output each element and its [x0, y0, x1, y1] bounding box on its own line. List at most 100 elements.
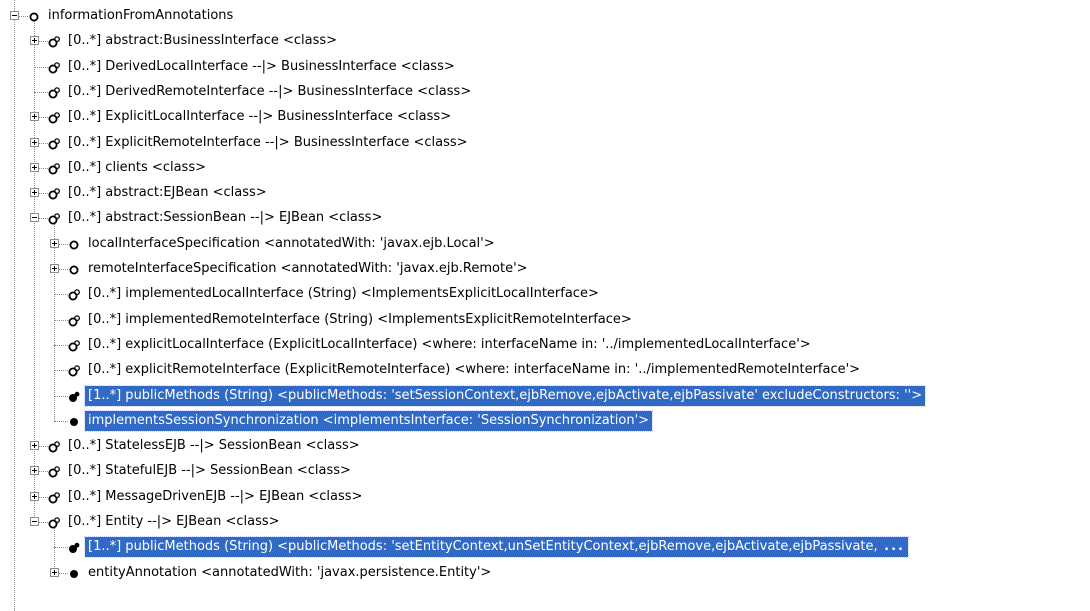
- tree-branch-line: [34, 91, 48, 93]
- tree-node-label[interactable]: informationFromAnnotations: [45, 6, 236, 26]
- tree-row[interactable]: [0..*] ExplicitRemoteInterface --|> Busi…: [0, 133, 1090, 153]
- tree-node-label[interactable]: implementsSessionSynchronization <implem…: [83, 409, 654, 432]
- circle-node-icon: [68, 263, 80, 275]
- collapse-icon[interactable]: [30, 517, 39, 526]
- tree-row[interactable]: implementsSessionSynchronization <implem…: [0, 409, 1090, 432]
- tree-node-text: [0..*] abstract:BusinessInterface <class…: [68, 33, 338, 49]
- tree-node-label[interactable]: [0..*] MessageDrivenEJB --|> EJBean <cla…: [65, 487, 365, 507]
- tree-node-label[interactable]: remoteInterfaceSpecification <annotatedW…: [85, 259, 531, 279]
- tree-row[interactable]: [1..*] publicMethods (String) <publicMet…: [0, 384, 1090, 407]
- tree-node-label[interactable]: [0..*] explicitLocalInterface (ExplicitL…: [85, 335, 814, 355]
- circle-node-icon: [68, 238, 80, 250]
- tree-node-text: [0..*] abstract:EJBean <class>: [68, 185, 267, 201]
- tree-row[interactable]: [0..*] StatelessEJB --|> SessionBean <cl…: [0, 436, 1090, 456]
- expand-icon[interactable]: [30, 441, 39, 451]
- tree-row[interactable]: [0..*] abstract:BusinessInterface <class…: [0, 31, 1090, 51]
- tree-row[interactable]: [0..*] ExplicitLocalInterface --|> Busin…: [0, 107, 1090, 127]
- tree-row[interactable]: [0..*] Entity --|> EJBean <class>: [0, 512, 1090, 532]
- truncation-ellipsis: ...: [877, 539, 905, 555]
- tree-node-label[interactable]: [0..*] ExplicitRemoteInterface --|> Busi…: [65, 133, 471, 153]
- tree-row[interactable]: [0..*] MessageDrivenEJB --|> EJBean <cla…: [0, 487, 1090, 507]
- tree-node-text: [0..*] StatelessEJB --|> SessionBean <cl…: [68, 438, 360, 454]
- tree-branch-line: [54, 370, 68, 372]
- multi-node-icon: [48, 111, 60, 124]
- multi-node-icon: [48, 516, 60, 529]
- tree-node-label[interactable]: [1..*] publicMethods (String) <publicMet…: [83, 384, 927, 407]
- tree-node-label[interactable]: [1..*] publicMethods (String) <publicMet…: [84, 536, 909, 559]
- tree-row[interactable]: informationFromAnnotations: [0, 6, 1090, 26]
- tree-node-label[interactable]: [0..*] DerivedLocalInterface --|> Busine…: [65, 57, 458, 77]
- tree-row[interactable]: localInterfaceSpecification <annotatedWi…: [0, 234, 1090, 254]
- annotation-tree: informationFromAnnotations [0..*] abstrac…: [0, 0, 1090, 611]
- tree-row[interactable]: [0..*] abstract:EJBean <class>: [0, 183, 1090, 203]
- tree-row[interactable]: [0..*] implementedRemoteInterface (Strin…: [0, 310, 1090, 330]
- tree-node-text: [0..*] ExplicitLocalInterface --|> Busin…: [68, 109, 452, 125]
- tree-row[interactable]: [0..*] abstract:SessionBean --|> EJBean …: [0, 208, 1090, 228]
- expand-icon[interactable]: [30, 162, 39, 172]
- tree-node-label[interactable]: [0..*] DerivedRemoteInterface --|> Busin…: [65, 82, 474, 102]
- tree-node-text: [0..*] abstract:SessionBean --|> EJBean …: [68, 210, 383, 226]
- tree-node-label[interactable]: localInterfaceSpecification <annotatedWi…: [85, 234, 498, 254]
- expand-icon[interactable]: [30, 466, 39, 476]
- tree-row[interactable]: [0..*] clients <class>: [0, 158, 1090, 178]
- tree-row[interactable]: [0..*] implementedLocalInterface (String…: [0, 284, 1090, 304]
- multi-node-icon: [48, 162, 60, 175]
- tree-node-label[interactable]: [0..*] implementedRemoteInterface (Strin…: [85, 310, 635, 330]
- filled-node-icon: [68, 567, 80, 579]
- tree-node-text: [1..*] publicMethods (String) <publicMet…: [88, 539, 878, 555]
- multi-node-icon: [48, 86, 60, 99]
- tree-branch-line: [54, 395, 68, 397]
- multi-node-icon: [48, 137, 60, 149]
- expand-icon[interactable]: [30, 36, 39, 46]
- expand-icon[interactable]: [50, 567, 59, 577]
- collapse-icon[interactable]: [30, 213, 39, 223]
- tree-row[interactable]: [0..*] explicitRemoteInterface (Explicit…: [0, 360, 1090, 380]
- tree-node-label[interactable]: [0..*] implementedLocalInterface (String…: [85, 284, 602, 304]
- tree-row[interactable]: [1..*] publicMethods (String) <publicMet…: [0, 536, 1090, 559]
- multi-node-icon: [48, 465, 60, 478]
- tree-node-text: [0..*] explicitRemoteInterface (Explicit…: [88, 362, 861, 378]
- tree-node-label[interactable]: [0..*] abstract:BusinessInterface <class…: [65, 31, 340, 51]
- tree-node-label[interactable]: [0..*] abstract:SessionBean --|> EJBean …: [65, 208, 385, 228]
- tree-row[interactable]: [0..*] DerivedRemoteInterface --|> Busin…: [0, 82, 1090, 102]
- expand-icon[interactable]: [30, 137, 39, 147]
- tree-branch-line: [54, 344, 68, 346]
- tree-node-label[interactable]: entityAnnotation <annotatedWith: 'javax.…: [85, 563, 494, 583]
- expand-icon[interactable]: [30, 188, 39, 198]
- tree-node-text: implementsSessionSynchronization <implem…: [88, 412, 650, 428]
- tree-node-text: [0..*] clients <class>: [68, 159, 206, 175]
- tree-row[interactable]: entityAnnotation <annotatedWith: 'javax.…: [0, 563, 1090, 583]
- tree-node-label[interactable]: [0..*] ExplicitLocalInterface --|> Busin…: [65, 107, 454, 127]
- collapse-icon[interactable]: [10, 11, 19, 20]
- expand-icon[interactable]: [50, 264, 59, 273]
- tree-row[interactable]: [0..*] DerivedLocalInterface --|> Busine…: [0, 57, 1090, 77]
- tree-node-label[interactable]: [0..*] Entity --|> EJBean <class>: [65, 512, 283, 532]
- expand-icon[interactable]: [50, 238, 59, 248]
- tree-node-label[interactable]: [0..*] clients <class>: [65, 158, 209, 178]
- tree-node-text: [0..*] Entity --|> EJBean <class>: [68, 514, 280, 529]
- tree-node-text: [0..*] DerivedRemoteInterface --|> Busin…: [68, 83, 472, 99]
- multi-node-icon: [48, 212, 60, 225]
- multi-node-icon: [48, 35, 60, 48]
- multi-node-icon: [48, 491, 60, 504]
- tree-node-label[interactable]: [0..*] abstract:EJBean <class>: [65, 183, 270, 203]
- multi-node-icon: [48, 61, 60, 74]
- tree-node-label[interactable]: [0..*] StatefulEJB --|> SessionBean <cla…: [65, 461, 354, 481]
- tree-node-text: informationFromAnnotations: [48, 8, 234, 23]
- tree-node-text: entityAnnotation <annotatedWith: 'javax.…: [88, 564, 492, 580]
- expand-icon[interactable]: [30, 491, 39, 501]
- tree-node-label[interactable]: [0..*] StatelessEJB --|> SessionBean <cl…: [65, 436, 363, 456]
- tree-branch-line: [54, 319, 68, 321]
- multi-filled-node-icon: [68, 390, 80, 402]
- multi-node-icon: [68, 364, 80, 377]
- tree-node-text: remoteInterfaceSpecification <annotatedW…: [88, 261, 528, 276]
- expand-icon[interactable]: [30, 112, 39, 122]
- tree-row[interactable]: remoteInterfaceSpecification <annotatedW…: [0, 259, 1090, 279]
- tree-node-label[interactable]: [0..*] explicitRemoteInterface (Explicit…: [85, 360, 863, 380]
- tree-branch-line: [54, 294, 68, 296]
- tree-row[interactable]: [0..*] explicitLocalInterface (ExplicitL…: [0, 335, 1090, 355]
- tree-branch-line: [54, 547, 68, 549]
- filled-node-icon: [68, 415, 80, 427]
- tree-row[interactable]: [0..*] StatefulEJB --|> SessionBean <cla…: [0, 461, 1090, 481]
- tree-node-text: [0..*] implementedRemoteInterface (Strin…: [88, 311, 632, 327]
